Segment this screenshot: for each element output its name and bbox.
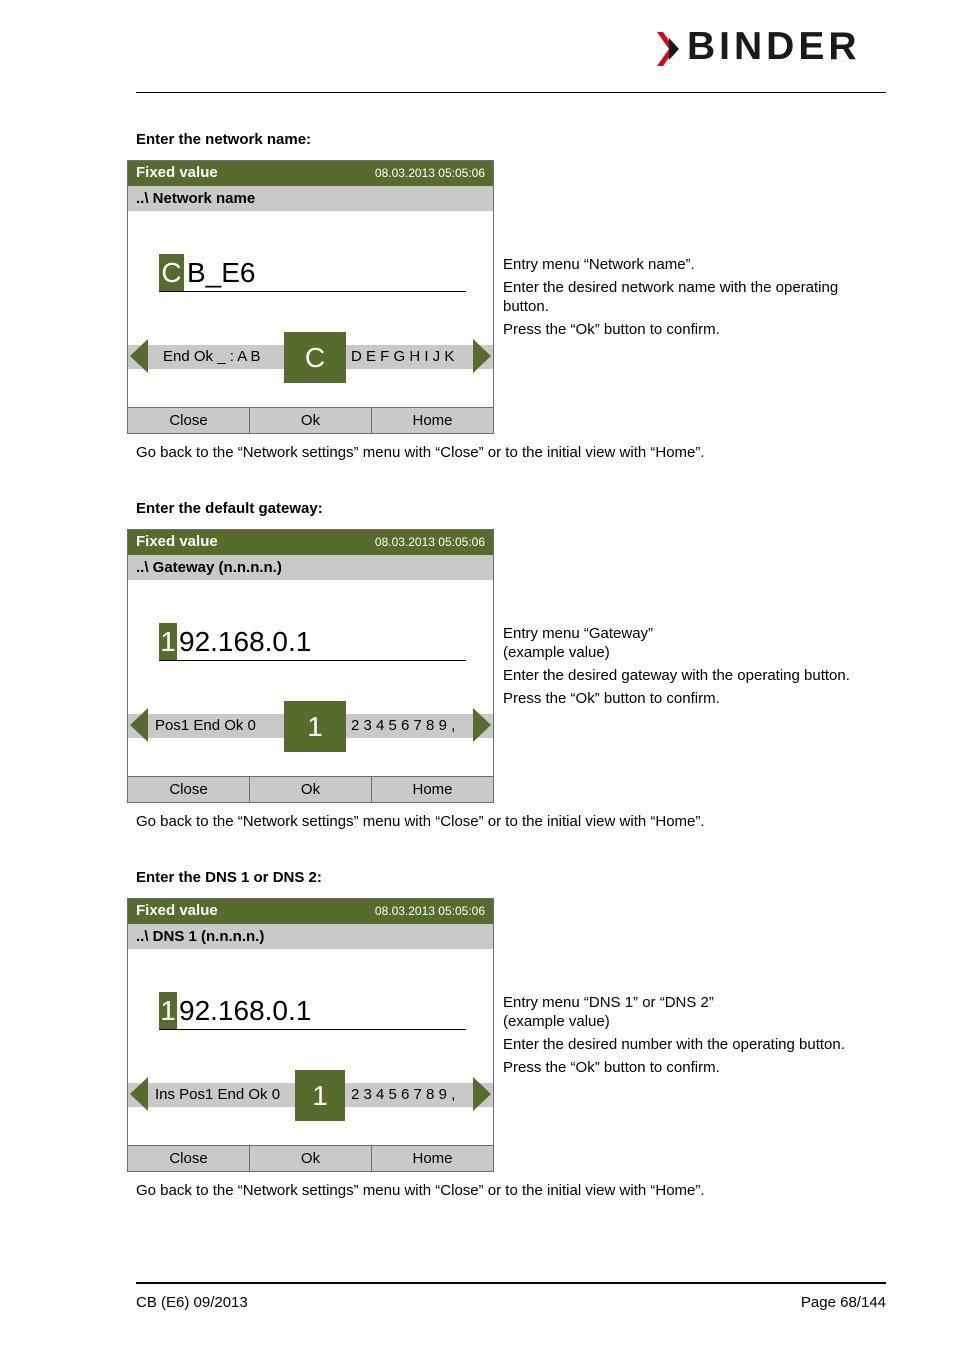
- entry-field[interactable]: 1 92.168.0.1: [159, 977, 466, 1030]
- screen-title: Fixed value: [136, 164, 218, 181]
- binder-logo-mark-icon: [657, 32, 679, 66]
- entry-value: 92.168.0.1: [179, 995, 312, 1026]
- arrow-right-icon[interactable]: [473, 339, 491, 373]
- selected-char[interactable]: 1: [295, 1070, 345, 1121]
- close-button[interactable]: Close: [128, 777, 250, 802]
- ok-button[interactable]: Ok: [250, 777, 372, 802]
- screen-header: Fixed value 08.03.2013 05:05:06: [128, 530, 493, 555]
- entry-value: B_E6: [187, 257, 256, 288]
- screen-datetime: 08.03.2013 05:05:06: [374, 166, 485, 180]
- screen-title: Fixed value: [136, 902, 218, 919]
- selector-left-chars: Ins Pos1 End Ok 0: [155, 1086, 281, 1103]
- cursor-char: 1: [159, 992, 177, 1029]
- selector-right-chars: 2 3 4 5 6 7 8 9 ,: [351, 1086, 456, 1103]
- description: Entry menu “DNS 1” or “DNS 2” (example v…: [503, 993, 883, 1081]
- description-line: Press the “Ok” button to confirm.: [503, 690, 720, 707]
- ok-button[interactable]: Ok: [250, 408, 372, 433]
- home-button[interactable]: Home: [372, 408, 493, 433]
- path-label: ..\ Network name: [136, 190, 256, 207]
- screen-header: Fixed value 08.03.2013 05:05:06: [128, 161, 493, 186]
- header-rule: [136, 92, 886, 93]
- section-heading: Enter the network name:: [136, 131, 312, 148]
- description-line: Enter the desired number with the operat…: [503, 1036, 845, 1053]
- controller-screen: Fixed value 08.03.2013 05:05:06 ..\ Netw…: [127, 160, 494, 434]
- close-button[interactable]: Close: [128, 408, 250, 433]
- binder-logo: BINDER: [655, 25, 887, 68]
- navigation-note: Go back to the “Network settings” menu w…: [136, 444, 705, 461]
- selected-char[interactable]: C: [284, 332, 346, 383]
- screen-datetime: 08.03.2013 05:05:06: [374, 535, 485, 549]
- description-line: Entry menu “Network name”.: [503, 256, 695, 273]
- arrow-right-icon[interactable]: [473, 708, 491, 742]
- selected-char[interactable]: 1: [284, 701, 346, 752]
- section-heading: Enter the DNS 1 or DNS 2:: [136, 869, 322, 886]
- screen-path: ..\ Gateway (n.n.n.n.): [128, 555, 493, 580]
- entry-value: 92.168.0.1: [179, 626, 312, 657]
- description-line: Entry menu “Gateway” (example value): [503, 625, 654, 661]
- home-button[interactable]: Home: [372, 1146, 493, 1171]
- button-bar: Close Ok Home: [128, 1145, 493, 1171]
- entry-field[interactable]: C B_E6: [159, 239, 466, 292]
- controller-screen: Fixed value 08.03.2013 05:05:06 ..\ DNS …: [127, 898, 494, 1172]
- screen-header: Fixed value 08.03.2013 05:05:06: [128, 899, 493, 924]
- arrow-right-icon[interactable]: [473, 1077, 491, 1111]
- selector-left-chars: Pos1 End Ok 0: [155, 717, 256, 734]
- description: Entry menu “Network name”. Enter the des…: [503, 255, 883, 343]
- selector-right-chars: 2 3 4 5 6 7 8 9 ,: [351, 717, 456, 734]
- description-line: Press the “Ok” button to confirm.: [503, 1059, 720, 1076]
- description-line: Entry menu “DNS 1” or “DNS 2” (example v…: [503, 994, 714, 1030]
- selector-left-chars: End Ok _ : A B: [163, 348, 261, 365]
- button-bar: Close Ok Home: [128, 407, 493, 433]
- description-line: Enter the desired network name with the …: [503, 279, 839, 315]
- cursor-char: 1: [159, 623, 177, 660]
- description-line: Enter the desired gateway with the opera…: [503, 667, 850, 684]
- path-label: ..\ DNS 1 (n.n.n.n.): [136, 928, 265, 945]
- path-label: ..\ Gateway (n.n.n.n.): [136, 559, 282, 576]
- footer-rule: [136, 1282, 886, 1284]
- button-bar: Close Ok Home: [128, 776, 493, 802]
- home-button[interactable]: Home: [372, 777, 493, 802]
- navigation-note: Go back to the “Network settings” menu w…: [136, 813, 705, 830]
- navigation-note: Go back to the “Network settings” menu w…: [136, 1182, 705, 1199]
- arrow-left-icon[interactable]: [130, 339, 148, 373]
- controller-screen: Fixed value 08.03.2013 05:05:06 ..\ Gate…: [127, 529, 494, 803]
- section-heading: Enter the default gateway:: [136, 500, 323, 517]
- description-line: Press the “Ok” button to confirm.: [503, 321, 720, 338]
- screen-path: ..\ Network name: [128, 186, 493, 211]
- description: Entry menu “Gateway” (example value) Ent…: [503, 624, 883, 712]
- screen-datetime: 08.03.2013 05:05:06: [374, 904, 485, 918]
- arrow-left-icon[interactable]: [130, 708, 148, 742]
- entry-field[interactable]: 1 92.168.0.1: [159, 608, 466, 661]
- close-button[interactable]: Close: [128, 1146, 250, 1171]
- cursor-char: C: [159, 254, 184, 291]
- arrow-left-icon[interactable]: [130, 1077, 148, 1111]
- ok-button[interactable]: Ok: [250, 1146, 372, 1171]
- selector-right-chars: D E F G H I J K: [351, 348, 455, 365]
- logo-wordmark: BINDER: [687, 25, 861, 68]
- page-number: Page 68/144: [800, 1294, 886, 1311]
- screen-title: Fixed value: [136, 533, 218, 550]
- screen-path: ..\ DNS 1 (n.n.n.n.): [128, 924, 493, 949]
- document-id: CB (E6) 09/2013: [136, 1294, 248, 1311]
